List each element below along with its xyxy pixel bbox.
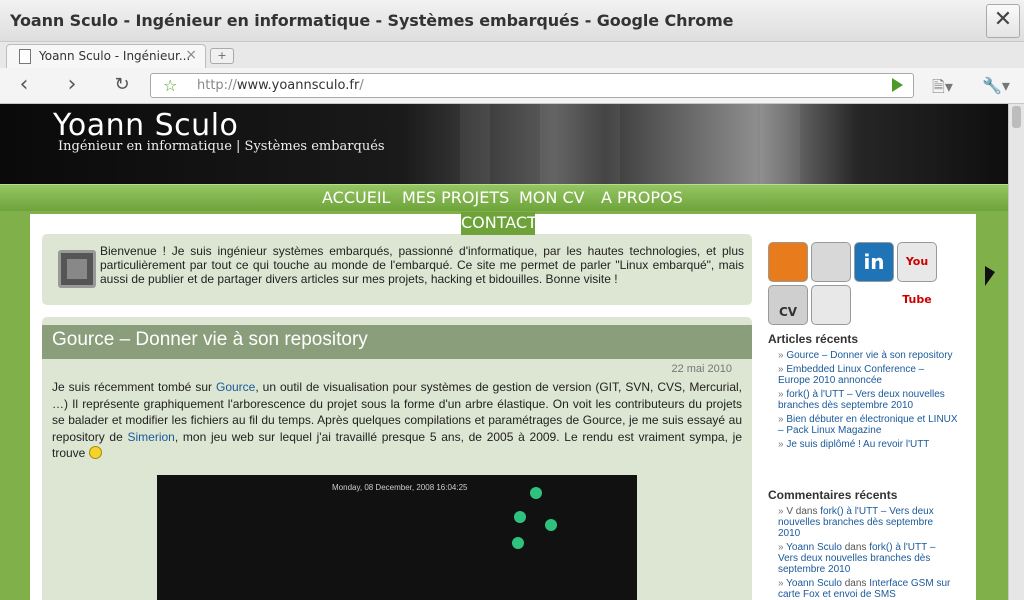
list-item[interactable]: » Bien débuter en électronique et LINUX … xyxy=(778,414,958,436)
post-date: 22 mai 2010 xyxy=(671,363,732,375)
url-text[interactable]: http://www.yoannsculo.fr/ xyxy=(197,78,364,93)
gource-video[interactable]: Monday, 08 December, 2008 16:04:25 xyxy=(157,475,637,600)
nav-accueil[interactable]: ACCUEIL xyxy=(322,188,390,207)
reload-button[interactable]: ↻ xyxy=(110,74,134,98)
list-item[interactable]: » fork() à l'UTT – Vers deux nouvelles b… xyxy=(778,389,958,411)
cv-icon[interactable]: CV xyxy=(768,285,808,325)
graph-node xyxy=(545,519,557,531)
tab-active[interactable]: Yoann Sculo - Ingénieur... × xyxy=(6,44,206,68)
nav-mon-cv[interactable]: MON CV xyxy=(519,188,585,207)
video-timestamp: Monday, 08 December, 2008 16:04:25 xyxy=(332,483,468,492)
address-bar[interactable]: ☆ http://www.yoannsculo.fr/ xyxy=(150,73,914,98)
graph-node xyxy=(530,487,542,499)
go-icon[interactable] xyxy=(892,78,903,92)
page-viewport: Yoann Sculo Ingénieur en informatique | … xyxy=(0,104,1024,600)
recent-comments-list: » V dans fork() à l'UTT – Vers deux nouv… xyxy=(778,506,958,600)
scrollbar-thumb[interactable] xyxy=(1012,106,1021,128)
graph-node xyxy=(514,511,526,523)
window-titlebar: Yoann Sculo - Ingénieur en informatique … xyxy=(0,0,1024,42)
post-body: Je suis récemment tombé sur Gource, un o… xyxy=(52,380,743,460)
rss-icon[interactable] xyxy=(768,242,808,282)
utt-icon[interactable] xyxy=(811,285,851,325)
site-description: Ingénieur en informatique | Systèmes emb… xyxy=(58,139,385,154)
main-nav: ACCUEIL MES PROJETS MON CV A PROPOS xyxy=(0,184,1008,211)
forward-button[interactable]: › xyxy=(60,74,84,98)
bookmark-star-icon[interactable]: ☆ xyxy=(163,76,177,95)
window-title: Yoann Sculo - Ingénieur en informatique … xyxy=(10,11,734,30)
nav-a-propos[interactable]: A PROPOS xyxy=(601,188,683,207)
content-area: Bienvenue ! Je suis ingénieur systèmes e… xyxy=(30,214,976,600)
close-window-button[interactable]: ✕ xyxy=(986,4,1020,38)
back-button[interactable]: ‹ xyxy=(12,74,36,98)
recent-articles-list: » Gource – Donner vie à son repository »… xyxy=(778,350,958,453)
site-title[interactable]: Yoann Sculo xyxy=(53,108,238,143)
post-title[interactable]: Gource – Donner vie à son repository xyxy=(42,325,752,359)
mouse-cursor-icon xyxy=(985,266,995,286)
nav-mes-projets[interactable]: MES PROJETS xyxy=(402,188,509,207)
new-tab-button[interactable]: + xyxy=(210,48,234,64)
youtube-icon[interactable]: You Tube xyxy=(897,242,937,306)
graph-node xyxy=(512,537,524,549)
post: Gource – Donner vie à son repository 22 … xyxy=(42,317,752,600)
list-item[interactable]: » Je suis diplômé ! Au revoir l'UTT xyxy=(778,439,958,450)
site-header: Yoann Sculo Ingénieur en informatique | … xyxy=(0,104,1008,184)
page-menu-icon[interactable]: 🗎▾ xyxy=(932,76,953,103)
tab-close-icon[interactable]: × xyxy=(185,47,197,63)
tab-title: Yoann Sculo - Ingénieur... xyxy=(39,49,191,63)
simerion-link[interactable]: Simerion xyxy=(128,430,175,444)
list-item[interactable]: » V dans fork() à l'UTT – Vers deux nouv… xyxy=(778,506,958,539)
tab-strip: Yoann Sculo - Ingénieur... × + xyxy=(0,42,1024,68)
recent-articles-heading: Articles récents xyxy=(768,332,859,346)
list-item[interactable]: » Yoann Sculo dans fork() à l'UTT – Vers… xyxy=(778,542,958,575)
smiley-icon xyxy=(88,446,102,459)
list-item[interactable]: » Gource – Donner vie à son repository xyxy=(778,350,958,361)
list-item[interactable]: » Yoann Sculo dans Interface GSM sur car… xyxy=(778,578,958,600)
recent-comments-heading: Commentaires récents xyxy=(768,488,898,502)
browser-toolbar: ‹ › ↻ ☆ http://www.yoannsculo.fr/ 🗎▾ 🔧▾ xyxy=(0,68,1024,104)
welcome-box: Bienvenue ! Je suis ingénieur systèmes e… xyxy=(42,234,752,305)
wrench-menu-icon[interactable]: 🔧▾ xyxy=(982,76,1010,95)
chip-icon xyxy=(58,250,96,288)
nav-contact[interactable]: CONTACT xyxy=(461,212,537,235)
linkedin-icon[interactable]: in xyxy=(854,242,894,282)
page-icon xyxy=(19,49,31,64)
odiogo-icon[interactable] xyxy=(811,242,851,282)
welcome-text: Bienvenue ! Je suis ingénieur systèmes e… xyxy=(100,244,744,286)
page-scrollbar[interactable] xyxy=(1008,104,1024,600)
list-item[interactable]: » Embedded Linux Conference – Europe 201… xyxy=(778,364,958,386)
gource-link[interactable]: Gource xyxy=(216,380,255,394)
